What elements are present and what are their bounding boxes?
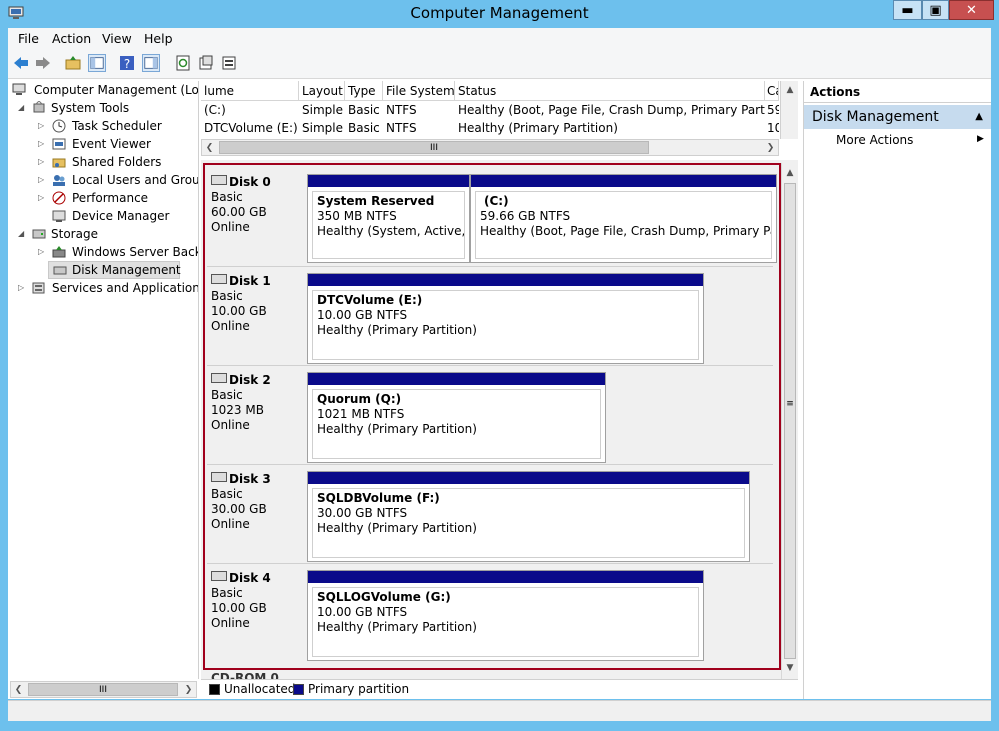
menu-help[interactable]: Help [144, 31, 173, 46]
legend-primary-partition: Primary partition [308, 682, 410, 696]
actions-header: Actions [804, 81, 991, 103]
cdrom-0-label[interactable]: CD-ROM 0 [211, 672, 279, 679]
collapsed-arrow-icon[interactable]: ▷ [18, 279, 28, 297]
refresh-icon[interactable] [174, 54, 192, 72]
tree-item-disk-management[interactable]: Disk Management [48, 261, 181, 279]
show-hide-action-pane-icon[interactable] [142, 54, 160, 72]
actions-pane: Actions Disk Management ▲ More Actions ▶ [803, 81, 991, 699]
scroll-left-arrow-icon[interactable]: ❮ [11, 682, 26, 697]
collapse-arrow-icon[interactable]: ▲ [975, 105, 983, 129]
scroll-down-arrow-icon[interactable]: ▼ [783, 661, 797, 675]
scroll-up-arrow-icon[interactable]: ▲ [782, 83, 798, 97]
expanded-arrow-icon[interactable]: ◢ [18, 225, 28, 243]
collapsed-arrow-icon[interactable]: ▷ [38, 243, 48, 261]
collapsed-arrow-icon[interactable]: ▷ [38, 171, 48, 189]
users-icon [53, 175, 65, 186]
collapsed-arrow-icon[interactable]: ▷ [38, 135, 48, 153]
close-button[interactable]: ✕ [949, 0, 994, 20]
shared-folder-icon [52, 158, 66, 168]
volume-list-scroll-thumb[interactable]: III [219, 141, 649, 154]
collapsed-arrow-icon[interactable]: ▷ [38, 117, 48, 135]
column-header-layout[interactable]: Layout [299, 81, 345, 101]
disk-management-settings-icon[interactable] [220, 54, 238, 72]
help-icon[interactable]: ? [118, 54, 136, 72]
column-header-capacity[interactable]: Ca [765, 81, 779, 101]
tree-horizontal-scrollbar[interactable]: ❮ III ❯ [10, 681, 197, 698]
toolbar: ? [8, 50, 991, 79]
event-viewer-icon [52, 138, 66, 150]
window-title: Computer Management [410, 4, 589, 22]
performance-icon [52, 191, 66, 205]
scroll-right-arrow-icon[interactable]: ❯ [181, 682, 196, 697]
title-bar[interactable]: Computer Management ▬ ▣ ✕ [0, 0, 999, 28]
scroll-right-arrow-icon[interactable]: ❯ [763, 140, 778, 155]
svg-text:?: ? [124, 57, 130, 71]
volume-list: lume Layout Type File System Status Ca (… [201, 81, 798, 157]
forward-arrow-icon[interactable] [34, 54, 52, 72]
more-actions-item[interactable]: More Actions [836, 133, 913, 147]
table-row[interactable]: (C:) Simple Basic NTFS Healthy (Boot, Pa… [201, 101, 779, 119]
highlight-frame [203, 163, 781, 670]
partition-legend: Unallocated Primary partition [201, 679, 798, 699]
console-tree: Computer Management (Local ◢ System Tool… [8, 81, 199, 679]
backup-icon [52, 246, 66, 258]
actions-section-disk-management[interactable]: Disk Management ▲ [804, 105, 991, 129]
device-manager-icon [52, 210, 66, 222]
primary-partition-swatch [293, 684, 304, 695]
properties-icon[interactable] [197, 54, 215, 72]
maximize-button[interactable]: ▣ [922, 0, 949, 20]
volume-list-horizontal-scrollbar[interactable]: ❮ III ❯ [201, 139, 779, 156]
services-icon [32, 282, 45, 294]
disk-view-vertical-scrollbar[interactable]: ▲ ≡ ▼ [781, 163, 798, 679]
storage-icon [32, 229, 46, 239]
up-folder-icon[interactable] [64, 54, 82, 72]
collapsed-arrow-icon[interactable]: ▷ [38, 153, 48, 171]
scroll-left-arrow-icon[interactable]: ❮ [202, 140, 217, 155]
expanded-arrow-icon[interactable]: ◢ [18, 99, 28, 117]
menu-view[interactable]: View [102, 31, 132, 46]
clock-icon [52, 119, 66, 133]
tree-scroll-thumb[interactable]: III [28, 683, 178, 696]
status-bar [8, 700, 991, 721]
collapsed-arrow-icon[interactable]: ▷ [38, 189, 48, 207]
minimize-button[interactable]: ▬ [893, 0, 922, 20]
column-header-type[interactable]: Type [345, 81, 383, 101]
volume-list-vertical-scrollbar[interactable]: ▲ [780, 81, 798, 139]
system-tools-icon [33, 101, 45, 113]
column-header-volume[interactable]: lume [201, 81, 299, 101]
submenu-arrow-icon[interactable]: ▶ [977, 134, 984, 144]
menu-file[interactable]: File [18, 31, 39, 46]
back-arrow-icon[interactable] [12, 54, 30, 72]
menu-bar: File Action View Help [8, 28, 991, 50]
menu-action[interactable]: Action [52, 31, 91, 46]
disk-view-scroll-thumb[interactable]: ≡ [784, 183, 796, 659]
computer-management-icon [12, 83, 26, 95]
scroll-up-arrow-icon[interactable]: ▲ [783, 166, 797, 180]
unallocated-swatch [209, 684, 220, 695]
computer-management-window: Computer Management ▬ ▣ ✕ File Action Vi… [0, 0, 999, 731]
legend-unallocated: Unallocated [224, 682, 296, 696]
table-row[interactable]: DTCVolume (E:) Simple Basic NTFS Healthy… [201, 119, 779, 137]
column-header-file-system[interactable]: File System [383, 81, 455, 101]
show-hide-console-tree-icon[interactable] [88, 54, 106, 72]
column-header-status[interactable]: Status [455, 81, 765, 101]
disk-management-icon [53, 266, 67, 275]
